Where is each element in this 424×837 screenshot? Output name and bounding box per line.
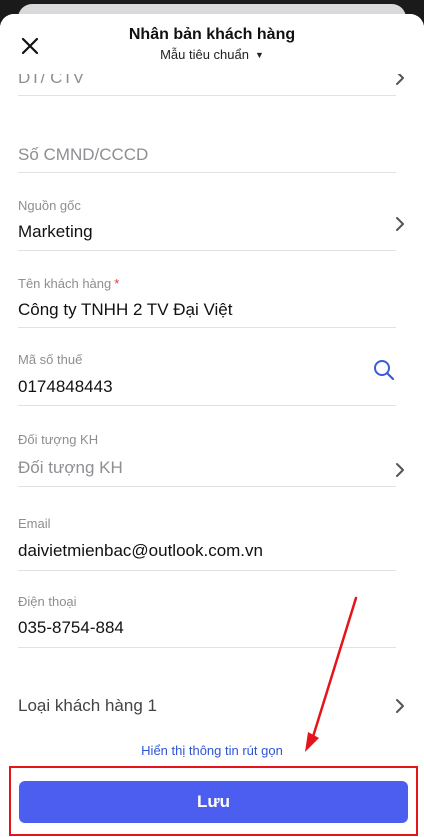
customer-name-value: Công ty TNHH 2 TV Đại Việt [18, 300, 233, 319]
email-label: Email [18, 516, 51, 531]
customer-target-label: Đối tượng KH [18, 432, 99, 447]
customer-type-placeholder: Loại khách hàng 1 [18, 696, 157, 715]
chevron-right-icon [396, 463, 404, 477]
customer-name-label: Tên khách hàng * [18, 276, 119, 291]
search-icon[interactable] [372, 358, 396, 382]
tax-code-field[interactable]: Mã số thuế 0174848443 [18, 328, 396, 406]
template-label: Mẫu tiêu chuẩn [160, 47, 249, 62]
customer-name-label-text: Tên khách hàng [18, 276, 112, 291]
phone-label: Điện thoại [18, 594, 77, 609]
source-label: Nguồn gốc [18, 198, 81, 213]
phone-value: 035-8754-884 [18, 618, 124, 637]
bottom-action-bar: Hiển thị thông tin rút gọn Lưu [0, 724, 424, 837]
customer-target-placeholder: Đối tượng KH [18, 458, 123, 477]
customer-name-field[interactable]: Tên khách hàng * Công ty TNHH 2 TV Đại Vi… [18, 251, 396, 328]
source-value: Marketing [18, 222, 93, 241]
id-number-field[interactable]: Số CMND/CCCD [18, 96, 396, 173]
required-mark: * [114, 276, 120, 291]
tax-code-value: 0174848443 [18, 377, 113, 396]
chevron-right-icon [396, 217, 404, 231]
modal-sheet: Nhân bản khách hàng Mẫu tiêu chuẩn ▼ DT/… [0, 14, 424, 837]
source-field[interactable]: Nguồn gốc Marketing [18, 173, 404, 251]
page-title: Nhân bản khách hàng [128, 26, 296, 43]
email-field[interactable]: Email daivietmienbac@outlook.com.vn [18, 487, 396, 571]
annotation-highlight-box: Lưu [9, 766, 418, 836]
sheet-header: Nhân bản khách hàng Mẫu tiêu chuẩn ▼ [0, 14, 424, 74]
customer-type-field[interactable]: Loại khách hàng 1 [18, 648, 404, 734]
show-summary-link[interactable]: Hiển thị thông tin rút gọn [0, 743, 424, 758]
customer-target-field[interactable]: Đối tượng KH Đối tượng KH [18, 406, 404, 487]
save-button[interactable]: Lưu [19, 781, 408, 823]
chevron-right-icon [396, 699, 404, 713]
phone-field[interactable]: Điện thoại 035-8754-884 [18, 571, 396, 648]
id-number-placeholder: Số CMND/CCCD [18, 145, 149, 164]
template-selector[interactable]: Mẫu tiêu chuẩn ▼ [0, 47, 424, 62]
tax-code-label: Mã số thuế [18, 352, 83, 367]
caret-down-icon: ▼ [254, 49, 264, 60]
email-value: daivietmienbac@outlook.com.vn [18, 541, 263, 560]
